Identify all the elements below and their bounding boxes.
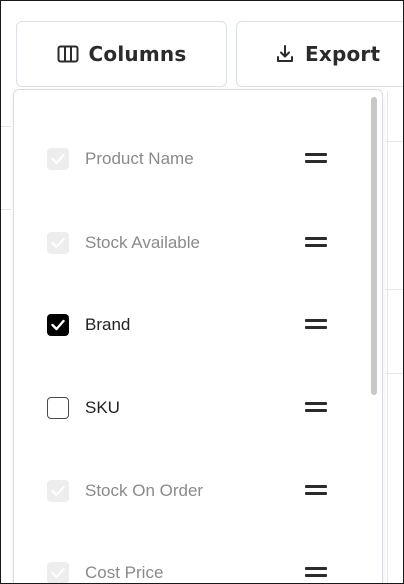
column-option-stock-on-order[interactable]: Stock On Order — [47, 477, 347, 505]
column-option-label: Cost Price — [85, 563, 164, 582]
column-option-label: SKU — [85, 398, 120, 417]
column-option-product-name[interactable]: Product Name — [47, 145, 347, 173]
column-checkbox[interactable] — [47, 148, 69, 170]
column-checkbox[interactable] — [47, 397, 69, 419]
column-option-stock-available[interactable]: Stock Available — [47, 229, 347, 257]
columns-menu-scrollbar[interactable] — [371, 97, 377, 395]
table-row-divider — [1, 209, 11, 210]
drag-handle-icon[interactable] — [305, 153, 327, 165]
columns-button-label: Columns — [88, 42, 187, 66]
check-icon — [51, 319, 65, 331]
table-col-divider — [387, 91, 388, 583]
drag-handle-icon[interactable] — [305, 567, 327, 579]
column-checkbox[interactable] — [47, 480, 69, 502]
column-option-sku[interactable]: SKU — [47, 394, 347, 422]
column-option-label: Brand — [85, 315, 131, 334]
drag-handle-icon[interactable] — [305, 402, 327, 414]
columns-button[interactable]: Columns — [16, 21, 227, 87]
column-checkbox[interactable] — [47, 232, 69, 254]
export-button-label: Export — [305, 42, 381, 66]
column-option-label: Stock Available — [85, 233, 200, 252]
download-icon — [275, 44, 295, 64]
check-icon — [51, 567, 65, 579]
column-option-brand[interactable]: Brand — [47, 311, 347, 339]
check-icon — [51, 237, 65, 249]
column-checkbox[interactable] — [47, 314, 69, 336]
column-option-cost-price[interactable]: Cost Price — [47, 559, 347, 583]
table-row-divider — [1, 126, 11, 127]
column-checkbox[interactable] — [47, 562, 69, 583]
screen-frame: Columns Export Product Name Stock Availa… — [0, 0, 404, 584]
columns-icon — [57, 45, 79, 63]
check-icon — [51, 485, 65, 497]
column-option-label: Stock On Order — [85, 481, 204, 500]
export-button[interactable]: Export — [236, 21, 403, 87]
drag-handle-icon[interactable] — [305, 319, 327, 331]
check-icon — [51, 153, 65, 165]
drag-handle-icon[interactable] — [305, 237, 327, 249]
drag-handle-icon[interactable] — [305, 485, 327, 497]
column-option-label: Product Name — [85, 149, 194, 168]
